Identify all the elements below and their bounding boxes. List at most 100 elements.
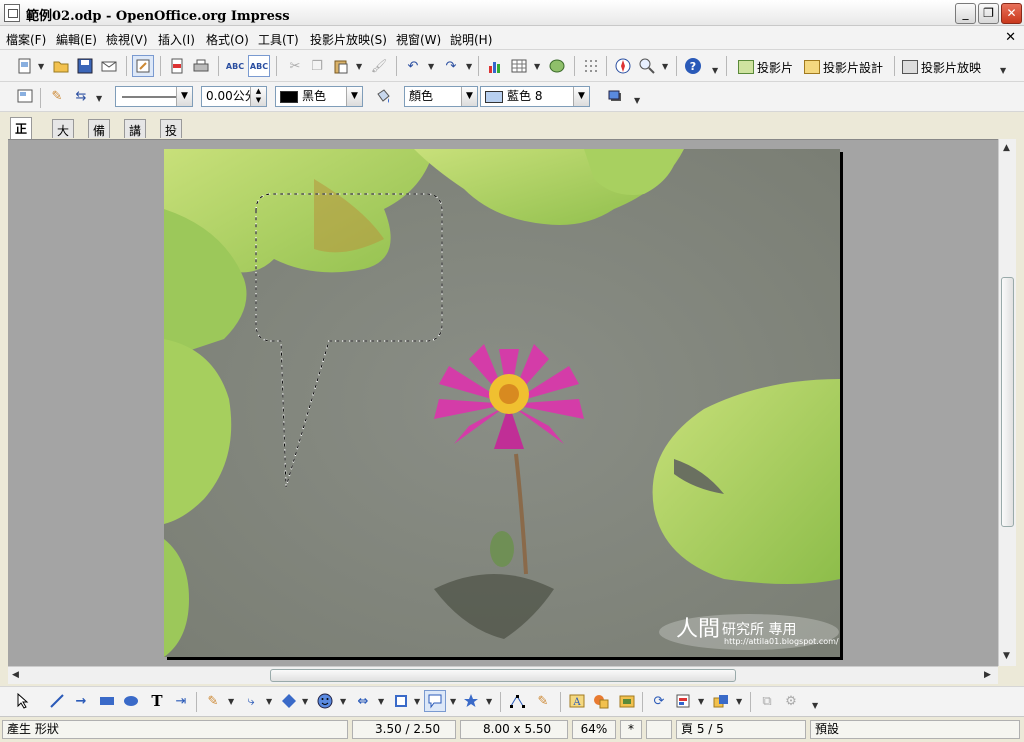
export-pdf-icon[interactable]	[166, 55, 188, 77]
new-dropdown-icon[interactable]: ▼	[38, 62, 44, 71]
help-icon[interactable]: ?	[682, 55, 704, 77]
copy-icon[interactable]: ❐	[306, 55, 328, 77]
points-icon[interactable]	[506, 690, 528, 712]
line-tool-icon[interactable]	[46, 690, 68, 712]
scroll-up-icon[interactable]: ▲	[1003, 143, 1010, 153]
rotate-icon[interactable]: ⟳	[648, 690, 670, 712]
slide-button[interactable]: 投影片	[738, 57, 793, 77]
symbol-shapes-dropdown-icon[interactable]: ▼	[340, 697, 346, 706]
connector-tool-icon[interactable]: ⇥	[170, 690, 192, 712]
impress-app-icon[interactable]	[4, 4, 20, 22]
vertical-scroll-thumb[interactable]	[1001, 277, 1014, 527]
tab-handout[interactable]: 講義	[124, 119, 147, 155]
spellcheck-icon[interactable]: ABC	[224, 55, 246, 77]
alignment-dropdown-icon[interactable]: ▼	[698, 697, 704, 706]
toolbar-options-icon[interactable]: ▼	[712, 66, 718, 75]
extrusion-icon[interactable]: ⧉	[756, 690, 778, 712]
email-icon[interactable]	[98, 55, 120, 77]
basic-shapes-icon[interactable]	[278, 690, 300, 712]
line-style-select[interactable]: ▼	[115, 86, 193, 107]
undo-icon[interactable]: ↶	[402, 55, 424, 77]
grid-icon[interactable]	[580, 55, 602, 77]
arrow-style-dropdown-icon[interactable]: ▼	[96, 94, 102, 103]
curve-dropdown-icon[interactable]: ▼	[228, 697, 234, 706]
stars-dropdown-icon[interactable]: ▼	[486, 697, 492, 706]
menu-slide-show[interactable]: 投影片放映(S)	[310, 31, 387, 48]
format-paintbrush-icon[interactable]: 🖌	[368, 55, 390, 77]
rectangle-tool-icon[interactable]	[96, 690, 118, 712]
symbol-shapes-icon[interactable]	[314, 690, 336, 712]
redo-dropdown-icon[interactable]: ▼	[466, 62, 472, 71]
minimize-button[interactable]: _	[955, 3, 976, 24]
arrow-style-icon[interactable]: ⇆	[70, 85, 92, 107]
menu-file[interactable]: 檔案(F)	[6, 31, 46, 48]
display-mode-icon[interactable]	[14, 85, 36, 107]
new-document-icon[interactable]	[14, 55, 36, 77]
ellipse-tool-icon[interactable]	[120, 690, 142, 712]
scroll-down-icon[interactable]: ▼	[1003, 651, 1010, 661]
area-style-select[interactable]: 顏色 ▼	[404, 86, 478, 107]
block-arrows-icon[interactable]: ⇔	[352, 690, 374, 712]
redo-icon[interactable]: ↷	[440, 55, 462, 77]
line-width-field[interactable]: 0.00公分 ▲ ▼	[201, 86, 267, 107]
save-icon[interactable]	[74, 55, 96, 77]
status-signature[interactable]	[646, 720, 672, 739]
close-button[interactable]: ✕	[1001, 3, 1022, 24]
flowchart-dropdown-icon[interactable]: ▼	[414, 697, 420, 706]
undo-dropdown-icon[interactable]: ▼	[428, 62, 434, 71]
gluepoints-icon[interactable]: ✎	[532, 690, 554, 712]
scroll-right-icon[interactable]: ▶	[984, 670, 991, 680]
toggle-3d-icon[interactable]: ⚙	[780, 690, 802, 712]
paste-icon[interactable]	[330, 55, 352, 77]
auto-spellcheck-icon[interactable]: ABC	[248, 55, 270, 77]
arrange-icon[interactable]	[710, 690, 732, 712]
menu-tools[interactable]: 工具(T)	[258, 31, 299, 48]
area-style-dropdown-icon[interactable]: ▼	[461, 87, 477, 106]
tab-outline[interactable]: 大綱	[52, 119, 75, 155]
chart-icon[interactable]	[484, 55, 506, 77]
area-fill-icon[interactable]	[372, 85, 394, 107]
curve-tool-icon[interactable]: ✎	[202, 690, 224, 712]
status-zoom[interactable]: 64%	[572, 720, 616, 739]
line-width-stepper[interactable]: ▲ ▼	[250, 87, 266, 106]
line-color-dropdown-icon[interactable]: ▼	[346, 87, 362, 106]
flowchart-icon[interactable]	[390, 690, 412, 712]
drawing-toolbar-options-icon[interactable]: ▼	[812, 701, 818, 710]
menu-format[interactable]: 格式(O)	[206, 31, 249, 48]
line-icon[interactable]: ✎	[46, 85, 68, 107]
connector-type-icon[interactable]: ⤷	[240, 690, 262, 712]
slide-canvas[interactable]: 人間 研究所 專用 http://attila01.blogspot.com/	[164, 149, 840, 657]
tab-notes[interactable]: 備註	[88, 119, 111, 155]
horizontal-scroll-thumb[interactable]	[270, 669, 736, 682]
area-color-dropdown-icon[interactable]: ▼	[573, 87, 589, 106]
maximize-button[interactable]: ❐	[978, 3, 999, 24]
cut-icon[interactable]: ✂	[284, 55, 306, 77]
callouts-dropdown-icon[interactable]: ▼	[450, 697, 456, 706]
from-file-icon[interactable]	[590, 690, 612, 712]
presentation-toolbar-options-icon[interactable]: ▼	[1000, 66, 1006, 75]
stars-icon[interactable]	[460, 690, 482, 712]
text-tool-icon[interactable]: T	[146, 690, 168, 712]
table-icon[interactable]	[508, 55, 530, 77]
line-toolbar-options-icon[interactable]: ▼	[634, 96, 640, 105]
close-document-icon[interactable]: ✕	[1005, 30, 1016, 45]
menu-edit[interactable]: 編輯(E)	[56, 31, 97, 48]
table-dropdown-icon[interactable]: ▼	[534, 62, 540, 71]
line-style-dropdown-icon[interactable]: ▼	[176, 87, 192, 106]
slide-show-button[interactable]: 投影片放映	[902, 57, 981, 77]
fontwork-gallery-icon[interactable]: A	[566, 690, 588, 712]
gallery-icon[interactable]	[616, 690, 638, 712]
select-arrow-icon[interactable]	[12, 690, 34, 712]
vertical-scrollbar[interactable]: ▲ ▼	[998, 139, 1016, 666]
menu-window[interactable]: 視窗(W)	[396, 31, 441, 48]
print-icon[interactable]	[190, 55, 212, 77]
callouts-icon[interactable]	[424, 690, 446, 712]
zoom-icon[interactable]	[636, 55, 658, 77]
fontwork-icon[interactable]	[546, 55, 568, 77]
line-arrow-tool-icon[interactable]: →	[70, 690, 92, 712]
edit-file-icon[interactable]	[132, 55, 154, 77]
scroll-left-icon[interactable]: ◀	[12, 670, 19, 680]
connector-dropdown-icon[interactable]: ▼	[266, 697, 272, 706]
tab-normal[interactable]: 正常	[10, 117, 33, 153]
slide-design-button[interactable]: 投影片設計	[804, 57, 883, 77]
